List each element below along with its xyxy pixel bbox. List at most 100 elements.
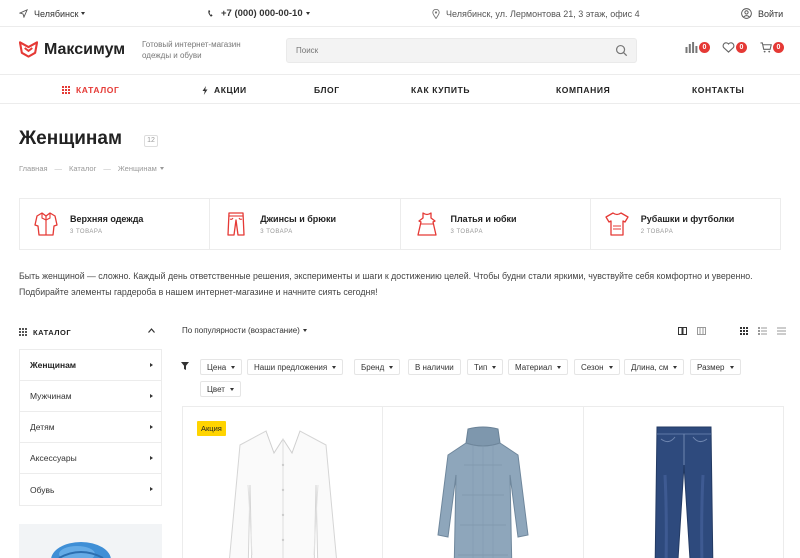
- sidebar-item-kids[interactable]: Детям: [20, 412, 161, 443]
- subcategory-name: Платья и юбки: [450, 214, 517, 224]
- filter-length[interactable]: Длина, см: [624, 359, 685, 375]
- chevron-down-icon: [608, 365, 613, 369]
- subcategory-name: Верхняя одежда: [70, 214, 144, 224]
- breadcrumb-separator: —: [103, 164, 111, 173]
- subcategory-outerwear[interactable]: Верхняя одежда 3 ТОВАРА: [20, 199, 211, 249]
- chevron-down-icon: [557, 365, 562, 369]
- chevron-down-icon: [231, 365, 236, 369]
- sidebar-item-shoes[interactable]: Обувь: [20, 474, 161, 505]
- product-image-blue-jeans[interactable]: [649, 425, 719, 558]
- phone-selector[interactable]: +7 (000) 000-00-10: [207, 0, 310, 27]
- nav-label: АКЦИИ: [214, 85, 247, 95]
- compare-icon: [685, 42, 698, 53]
- filter-label: Длина, см: [631, 362, 669, 372]
- login-link[interactable]: Войти: [741, 0, 783, 27]
- product-card[interactable]: Акция: [183, 407, 384, 558]
- layout-toggle: [740, 327, 786, 335]
- favorites-badge: 0: [736, 42, 747, 53]
- compare-button[interactable]: 0: [685, 42, 710, 53]
- sort-dropdown[interactable]: По популярности (возрастание): [182, 326, 307, 335]
- logo-text[interactable]: Максимум: [44, 41, 125, 59]
- table-view-icon[interactable]: [777, 327, 786, 335]
- view-small-image-icon[interactable]: [697, 327, 706, 335]
- filter-size[interactable]: Размер: [690, 359, 741, 375]
- search-box[interactable]: [286, 38, 637, 63]
- subcategory-jeans[interactable]: Джинсы и брюки 3 ТОВАРА: [210, 199, 401, 249]
- subcategory-tiles: Верхняя одежда 3 ТОВАРА Джинсы и брюки 3…: [19, 198, 781, 250]
- filter-material[interactable]: Материал: [508, 359, 569, 375]
- address: Челябинск, ул. Лермонтова 21, 3 этаж, оф…: [432, 0, 640, 27]
- filter-offers[interactable]: Наши предложения: [247, 359, 344, 375]
- favorites-button[interactable]: 0: [722, 42, 747, 53]
- category-description: Быть женщиной — сложно. Каждый день отве…: [19, 271, 753, 297]
- nav-item-contacts[interactable]: КОНТАКТЫ: [692, 75, 744, 105]
- breadcrumb-link-home[interactable]: Главная: [19, 164, 48, 173]
- filter-label: Материал: [515, 362, 553, 372]
- breadcrumb: Главная — Каталог — Женщинам: [19, 164, 164, 173]
- cart-button[interactable]: 0: [760, 42, 784, 53]
- filter-type[interactable]: Тип: [467, 359, 504, 375]
- filter-brand[interactable]: Бренд: [354, 359, 401, 375]
- jeans-icon: [227, 212, 245, 236]
- grid-view-icon[interactable]: [740, 327, 748, 335]
- search-icon[interactable]: [615, 44, 628, 57]
- filter-color[interactable]: Цвет: [200, 381, 241, 397]
- map-pin-icon: [432, 8, 440, 19]
- top-bar: Челябинск +7 (000) 000-00-10 Челябинск, …: [0, 0, 800, 27]
- sidebar-item-men[interactable]: Мужчинам: [20, 381, 161, 412]
- product-card[interactable]: [584, 407, 783, 558]
- nav-item-how-to-buy[interactable]: КАК КУПИТЬ: [411, 75, 470, 105]
- product-grid: Акция: [182, 406, 784, 558]
- subcategory-shirts[interactable]: Рубашки и футболки 2 ТОВАРА: [591, 199, 780, 249]
- filter-label: В наличии: [415, 362, 454, 372]
- breadcrumb-separator: —: [54, 164, 63, 173]
- chevron-down-icon: [729, 365, 734, 369]
- filter-in-stock[interactable]: В наличии: [408, 359, 461, 375]
- search-input[interactable]: [296, 39, 596, 62]
- banner-image: [51, 542, 111, 558]
- filter-price[interactable]: Цена: [200, 359, 243, 375]
- sidebar-item-label: Детям: [30, 422, 55, 432]
- list-view-icon[interactable]: [758, 327, 767, 335]
- view-large-image-icon[interactable]: [678, 327, 687, 335]
- product-card[interactable]: [383, 407, 584, 558]
- sidebar-banner[interactable]: [19, 524, 162, 558]
- compare-badge: 0: [699, 42, 710, 53]
- nav-item-company[interactable]: КОМПАНИЯ: [556, 75, 610, 105]
- product-image-white-shirt[interactable]: [218, 425, 348, 558]
- sidebar-catalog-toggle[interactable]: КАТАЛОГ: [19, 322, 161, 342]
- nav-label: КОМПАНИЯ: [556, 85, 611, 95]
- filter-icon[interactable]: [181, 362, 189, 370]
- sidebar-item-accessories[interactable]: Аксессуары: [20, 443, 161, 474]
- header: Максимум Готовый интернет-магазин одежды…: [0, 27, 800, 74]
- breadcrumb-link-catalog[interactable]: Каталог: [69, 164, 96, 173]
- city-label: Челябинск: [34, 8, 79, 19]
- logo-icon[interactable]: [19, 40, 38, 58]
- chevron-down-icon: [492, 365, 497, 369]
- city-selector[interactable]: Челябинск: [19, 0, 86, 27]
- nav-item-sales[interactable]: АКЦИИ: [202, 75, 247, 105]
- slogan: Готовый интернет-магазин одежды и обуви: [142, 40, 241, 60]
- filter-label: Цвет: [207, 384, 225, 394]
- lightning-icon: [202, 85, 208, 95]
- nav-item-catalog[interactable]: КАТАЛОГ: [62, 75, 119, 105]
- nav-item-blog[interactable]: БЛОГ: [314, 75, 340, 105]
- chevron-down-icon: [81, 12, 86, 15]
- sidebar-item-women[interactable]: Женщинам: [20, 350, 161, 381]
- filter-season[interactable]: Сезон: [574, 359, 620, 375]
- chevron-down-icon: [673, 365, 678, 369]
- product-count-badge: 12: [144, 135, 158, 147]
- grid-icon: [62, 86, 70, 94]
- sidebar-item-label: Мужчинам: [30, 391, 72, 401]
- sidebar-item-label: Обувь: [30, 484, 55, 495]
- product-image-blue-knit-dress[interactable]: [428, 425, 538, 558]
- breadcrumb-current[interactable]: Женщинам: [118, 164, 157, 173]
- subcategory-dresses[interactable]: Платья и юбки 3 ТОВАРА: [401, 199, 591, 249]
- jacket-icon: [34, 212, 58, 236]
- address-text: Челябинск, ул. Лермонтова 21, 3 этаж, оф…: [446, 8, 640, 19]
- phone-number: +7 (000) 000-00-10: [221, 8, 303, 19]
- chevron-down-icon: [389, 365, 394, 369]
- subcategory-count: 2 ТОВАРА: [640, 229, 674, 235]
- chevron-right-icon: [150, 456, 153, 460]
- nav-label: КОНТАКТЫ: [692, 85, 745, 95]
